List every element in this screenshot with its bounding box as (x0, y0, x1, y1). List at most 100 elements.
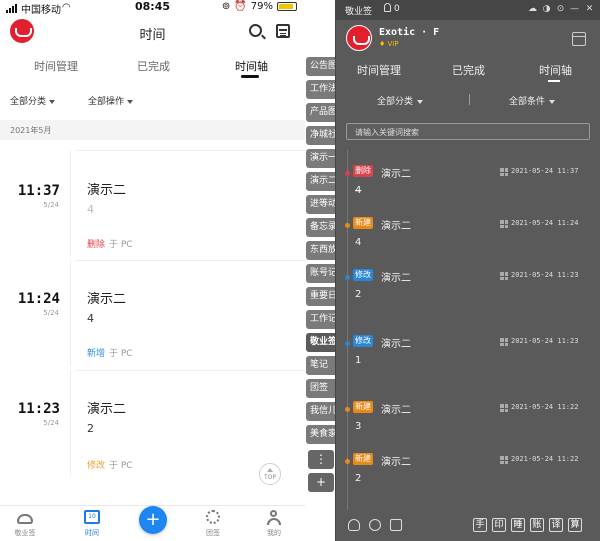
entry-action: 删除于 PC (87, 237, 133, 250)
entry-content: 4 (355, 237, 362, 248)
more-button[interactable]: ⋮ (308, 450, 334, 469)
add-tab-button[interactable]: + (308, 473, 334, 492)
skin-icon[interactable]: ◑ (541, 4, 552, 15)
entry-time: 2021-05-24 11:37 (511, 167, 579, 175)
cloud-sync-icon[interactable]: ☁ (527, 4, 538, 15)
entry-date: 5/24 (43, 309, 59, 317)
strip-tab[interactable]: 进等动 (306, 195, 336, 214)
entry-time: 11:37 (17, 183, 60, 199)
user-name[interactable]: Exotic · F (379, 27, 439, 38)
timeline-entry[interactable]: 11:24 5/24 演示二 4 新增于 PC (0, 260, 305, 366)
battery-icon (277, 2, 297, 11)
strip-tab[interactable]: 产品图 (306, 103, 336, 122)
sleep-button[interactable]: 睡 (511, 518, 525, 532)
strip-tab[interactable]: 账号记 (306, 264, 336, 283)
nav-label: 我的 (267, 529, 281, 537)
entry-title: 演示二 (87, 183, 127, 198)
tab-timeline[interactable]: 时间轴 (539, 62, 572, 78)
notification-count: 0 (394, 4, 400, 14)
strip-tab[interactable]: 笔记 (306, 356, 336, 375)
entry-time: 2021-05-24 11:22 (511, 403, 579, 411)
close-icon[interactable]: ✕ (584, 4, 595, 15)
strip-tab[interactable]: 美食家 (306, 425, 336, 444)
nav-team[interactable]: 团签 (188, 508, 238, 538)
search-icon[interactable] (249, 24, 262, 37)
strip-tab[interactable]: 演示一 (306, 149, 336, 168)
entry-content: 2 (355, 473, 362, 484)
timeline-entry[interactable]: 修改 演示二 2021-05-24 11:23 2 (336, 269, 600, 329)
strip-tab[interactable]: 净城社 (306, 126, 336, 145)
strip-tab[interactable]: 东西放 (306, 241, 336, 260)
tab-completed[interactable]: 已完成 (137, 58, 170, 74)
app-logo-icon[interactable] (346, 25, 372, 51)
strip-tab[interactable]: 团签 (306, 379, 336, 398)
tab-timeline[interactable]: 时间轴 (235, 58, 268, 74)
translate-button[interactable]: 译 (549, 518, 563, 532)
strip-tab[interactable]: 重要日 (306, 287, 336, 306)
minimize-icon[interactable]: — (569, 4, 580, 15)
calendar-icon[interactable] (390, 519, 402, 531)
timeline-entry[interactable]: 修改 演示二 2021-05-24 11:23 1 (336, 335, 600, 395)
strip-tab[interactable]: 我信儿 (306, 402, 336, 421)
hand-button[interactable]: 手 (473, 518, 487, 532)
category-filter[interactable]: 全部分类 (377, 94, 424, 107)
print-button[interactable]: 印 (492, 518, 506, 532)
entry-action: 新增于 PC (87, 346, 133, 359)
category-filter[interactable]: 全部分类 (10, 94, 56, 107)
entry-content: 2 (87, 422, 94, 435)
windows-icon (500, 456, 508, 464)
entry-content: 1 (355, 355, 362, 366)
entry-action-type: 删除 (87, 240, 106, 250)
team-icon (206, 510, 220, 524)
timeline-entry[interactable]: 11:23 5/24 演示二 2 修改于 PC (0, 370, 305, 476)
entry-time: 2021-05-24 11:24 (511, 219, 579, 227)
search-input[interactable]: 请输入关键词搜索 (346, 123, 590, 140)
timeline-line (70, 260, 71, 366)
entry-time: 11:24 (17, 291, 60, 307)
tab-completed[interactable]: 已完成 (452, 62, 485, 78)
calculate-button[interactable]: 算 (568, 518, 582, 532)
desktop-filters: 全部分类 全部条件 (336, 89, 600, 111)
timeline-entry[interactable]: 11:37 5/24 演示二 4 删除于 PC (0, 150, 305, 256)
scroll-top-button[interactable]: TOP (259, 463, 281, 485)
action-badge: 修改 (353, 269, 373, 281)
tab-time-management[interactable]: 时间管理 (357, 62, 401, 78)
operation-filter[interactable]: 全部操作 (88, 94, 134, 107)
condition-filter[interactable]: 全部条件 (509, 94, 556, 107)
bell-icon[interactable] (384, 3, 391, 12)
nav-time[interactable]: 10 时间 (67, 508, 117, 538)
nav-jingyeqian[interactable]: 敬业签 (0, 508, 50, 538)
entry-content: 4 (355, 185, 362, 196)
strip-tab[interactable]: 备忘录 (306, 218, 336, 237)
calendar-icon[interactable] (276, 24, 290, 38)
pin-icon[interactable]: ⊙ (555, 4, 566, 15)
entry-title: 演示二 (381, 405, 411, 416)
tab-time-management[interactable]: 时间管理 (34, 58, 78, 74)
calendar-icon[interactable] (572, 32, 586, 46)
entry-action: 修改于 PC (87, 458, 133, 471)
vip-label: VIP (387, 40, 399, 48)
search-icon[interactable] (369, 519, 381, 531)
windows-icon (500, 272, 508, 280)
mobile-app: 中国移动 ◠ 08:45 ⊚ ⏰ 79% 时间 时间管理 已完成 时间轴 全部分… (0, 0, 305, 541)
user-icon[interactable] (348, 519, 360, 531)
strip-tab-active[interactable]: 敬业签 (306, 333, 336, 352)
account-button[interactable]: 账 (530, 518, 544, 532)
timeline-entry[interactable]: 新建 演示二 2021-05-24 11:22 3 (336, 401, 600, 461)
strip-tab[interactable]: 工作记 (306, 310, 336, 329)
add-button[interactable]: + (139, 506, 167, 534)
strip-tab[interactable]: 演示二 (306, 172, 336, 191)
nav-me[interactable]: 我的 (249, 508, 299, 538)
mobile-header: 时间 (0, 16, 305, 48)
timeline-entry[interactable]: 删除 演示二 2021-05-24 11:37 4 (336, 165, 600, 225)
desktop-bottom-bar: 手 印 睡 账 译 算 (336, 512, 600, 541)
timeline-entry[interactable]: 新建 演示二 2021-05-24 11:24 4 (336, 217, 600, 277)
entry-title: 演示二 (381, 169, 411, 180)
status-bar: 中国移动 ◠ 08:45 ⊚ ⏰ 79% (0, 0, 305, 16)
mobile-tabs: 时间管理 已完成 时间轴 (0, 55, 305, 79)
strip-tab[interactable]: 工作法 (306, 80, 336, 99)
timeline-entry[interactable]: 新建 演示二 2021-05-24 11:22 2 (336, 453, 600, 513)
caret-down-icon (49, 99, 56, 104)
strip-tab[interactable]: 公告图 (306, 57, 336, 76)
timeline-dot (345, 341, 350, 346)
